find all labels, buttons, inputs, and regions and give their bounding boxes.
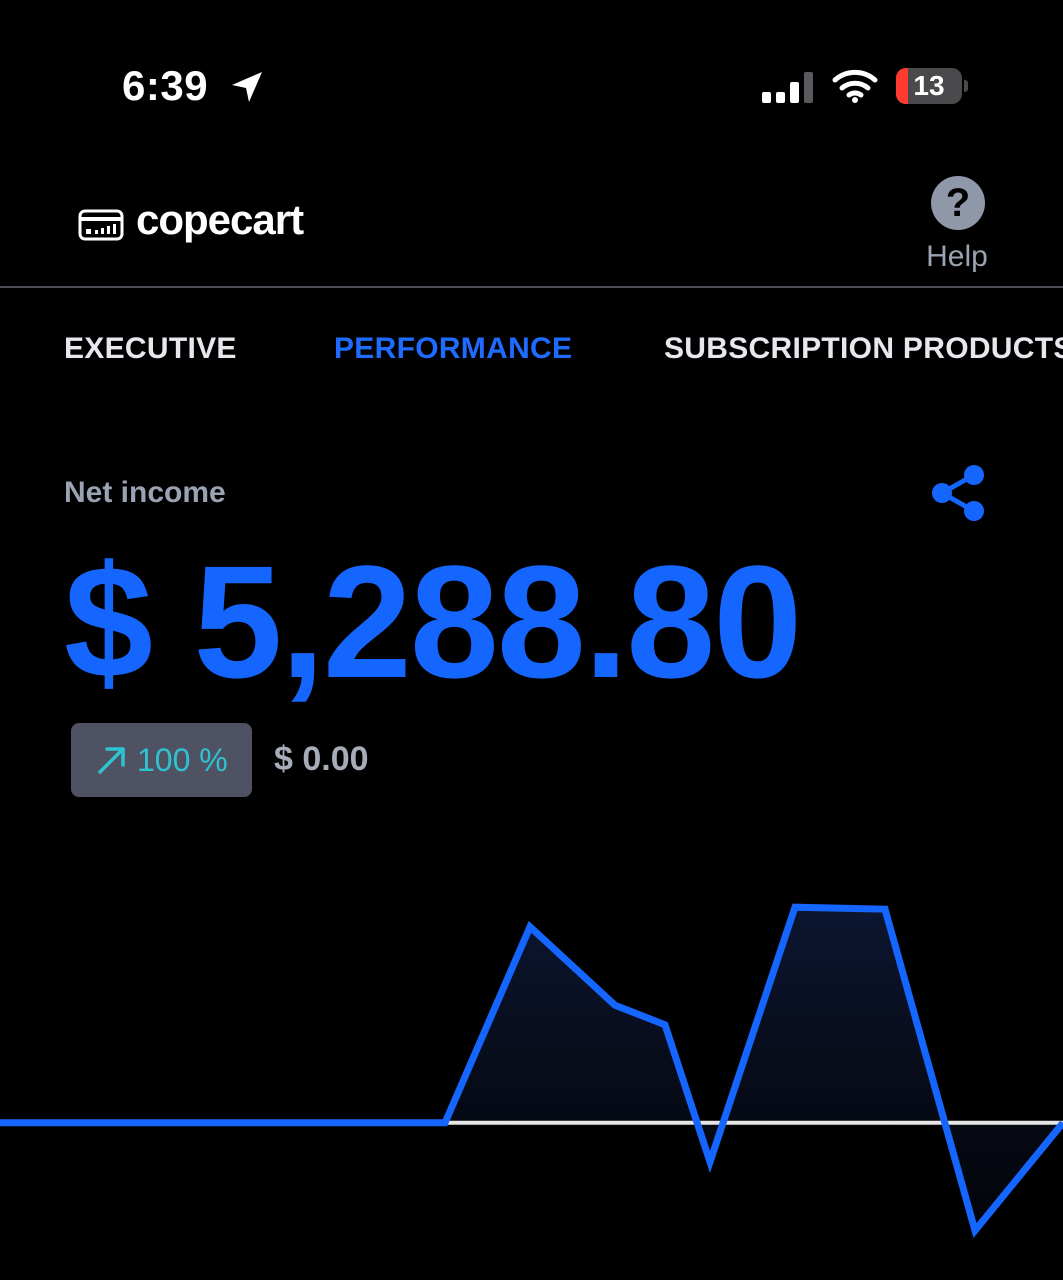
battery-indicator: 13	[896, 68, 968, 104]
tab-subscription-products[interactable]: SUBSCRIPTION PRODUCTS	[664, 332, 1063, 366]
chart-plot-area	[0, 903, 1063, 1239]
share-icon[interactable]	[928, 462, 988, 524]
help-icon: ?	[931, 176, 985, 230]
help-label: Help	[926, 240, 988, 273]
metric-label: Net income	[64, 476, 226, 509]
wifi-icon	[832, 69, 878, 103]
copecart-logo-icon	[78, 209, 124, 241]
status-time: 6:39	[122, 62, 209, 109]
help-button[interactable]: ? Help	[910, 176, 1004, 276]
header-divider	[0, 286, 1063, 288]
battery-icon: 13	[896, 68, 962, 104]
battery-cap	[964, 80, 968, 92]
tab-performance[interactable]: PERFORMANCE	[334, 332, 572, 366]
previous-value: $ 0.00	[274, 740, 369, 778]
trend-up-arrow-icon	[98, 747, 125, 774]
net-income-chart	[0, 903, 1063, 1239]
app-logo-text: copecart	[136, 196, 304, 243]
change-percent: 100 %	[137, 742, 228, 778]
change-badge: 100 %	[71, 723, 252, 797]
cellular-signal-icon	[762, 72, 813, 103]
net-income-value: $ 5,288.80	[64, 532, 802, 711]
tab-executive[interactable]: EXECUTIVE	[64, 332, 237, 366]
location-arrow-icon	[232, 72, 262, 102]
chart-area-fill	[0, 907, 1063, 1231]
battery-level: 13	[913, 70, 945, 101]
